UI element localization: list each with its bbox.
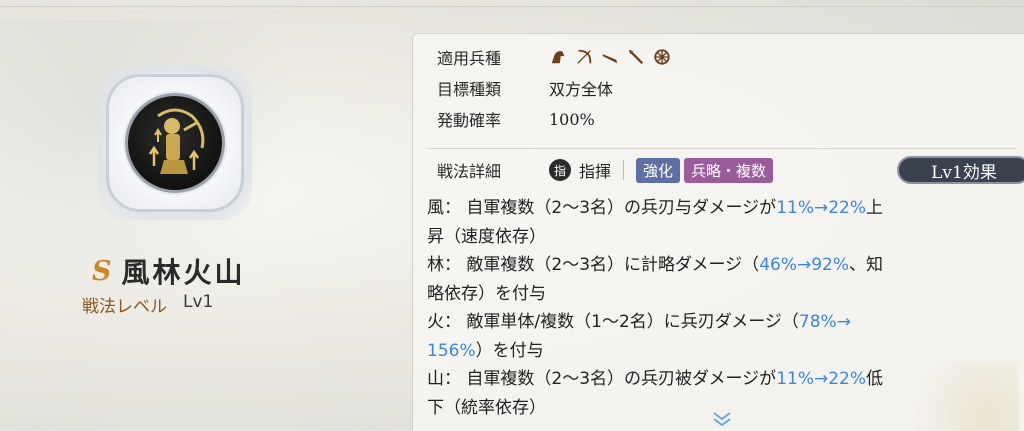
tag-enhance: 強化	[636, 157, 681, 183]
description-text: 、知	[849, 255, 884, 275]
highlight-value: 11%→22%	[776, 198, 867, 218]
description-text: 火： 敵軍単体/複数（1〜2名）に兵刃ダメージ（	[427, 312, 799, 332]
description-text: 上	[866, 198, 884, 218]
tactic-type: 指揮	[579, 162, 612, 181]
description-text: 下（統率依存）	[427, 397, 546, 418]
description-text: 昇（速度依存）	[427, 226, 546, 247]
gun-icon	[602, 54, 618, 64]
activation-rate-row: 発動確率 100%	[437, 106, 595, 132]
siege-icon	[654, 49, 670, 65]
target-type-value: 双方全体	[549, 80, 614, 99]
separator	[623, 160, 625, 180]
description-text: 林： 敵軍複数（2〜3名）に計略ダメージ（	[427, 255, 760, 275]
lv1-effect-button[interactable]: Lv1効果	[897, 156, 1024, 184]
command-icon: 指	[549, 159, 571, 181]
description-text: 山： 自軍複数（2〜3名）の兵刃被ダメージが	[427, 369, 777, 389]
description-line: 林： 敵軍複数（2〜3名）に計略ダメージ（46%→92%、知	[427, 251, 1012, 280]
top-border-line-inner	[0, 11, 1024, 12]
skill-detail-panel: 適用兵種 目標種類 双方全体 発動確率 100% 戦法詳細 指 指揮 強化 兵略…	[412, 33, 1024, 431]
corner-decoration	[869, 361, 1019, 431]
highlight-value: 11%→22%	[776, 369, 867, 389]
highlight-value: 156%	[427, 340, 476, 361]
highlight-value: 46%→92%	[759, 255, 850, 275]
cavalry-icon	[551, 51, 565, 64]
warrior-icon	[148, 108, 205, 174]
troop-type-row: 適用兵種	[437, 44, 671, 70]
description-line: 昇（速度依存）	[427, 223, 1012, 252]
skill-name: 風林火山	[121, 256, 246, 289]
description-line: 火： 敵軍単体/複数（1〜2名）に兵刃ダメージ（78%→	[427, 308, 1012, 337]
level-label: 戦法レベル	[82, 297, 167, 317]
description-line: 略依存）を付与	[427, 280, 1012, 309]
skill-emblem	[98, 66, 252, 220]
skill-title: S 風林火山	[92, 253, 246, 290]
rank-badge: S	[92, 255, 112, 287]
description-line: 風： 自軍複数（2〜3名）の兵刃与ダメージが11%→22%上	[427, 194, 1012, 223]
activation-rate-label: 発動確率	[437, 111, 502, 130]
highlight-value: 78%→	[798, 312, 851, 332]
tactic-detail-row: 戦法詳細 指 指揮 強化 兵略・複数 Lv1効果	[437, 156, 1024, 184]
tag-strategy: 兵略・複数	[684, 157, 774, 183]
troop-icons	[549, 48, 671, 66]
description-text: 略依存）を付与	[427, 283, 546, 304]
description-text: 風： 自軍複数（2〜3名）の兵刃与ダメージが	[427, 198, 777, 218]
top-border-line	[0, 6, 1024, 7]
panel-divider	[427, 148, 1017, 149]
scroll-down-chevron-icon[interactable]	[709, 410, 735, 428]
tactic-detail-label: 戦法詳細	[437, 162, 502, 181]
troop-type-label: 適用兵種	[437, 49, 502, 68]
activation-rate-value: 100%	[549, 109, 595, 129]
target-type-row: 目標種類 双方全体	[437, 75, 613, 101]
skill-level: 戦法レベル Lv1	[82, 292, 213, 317]
skill-icon	[125, 93, 225, 193]
description-text: ）を付与	[475, 340, 544, 361]
bow-icon	[577, 49, 592, 64]
spear-icon	[628, 49, 644, 65]
level-value: Lv1	[183, 292, 214, 312]
target-type-label: 目標種類	[437, 80, 502, 99]
